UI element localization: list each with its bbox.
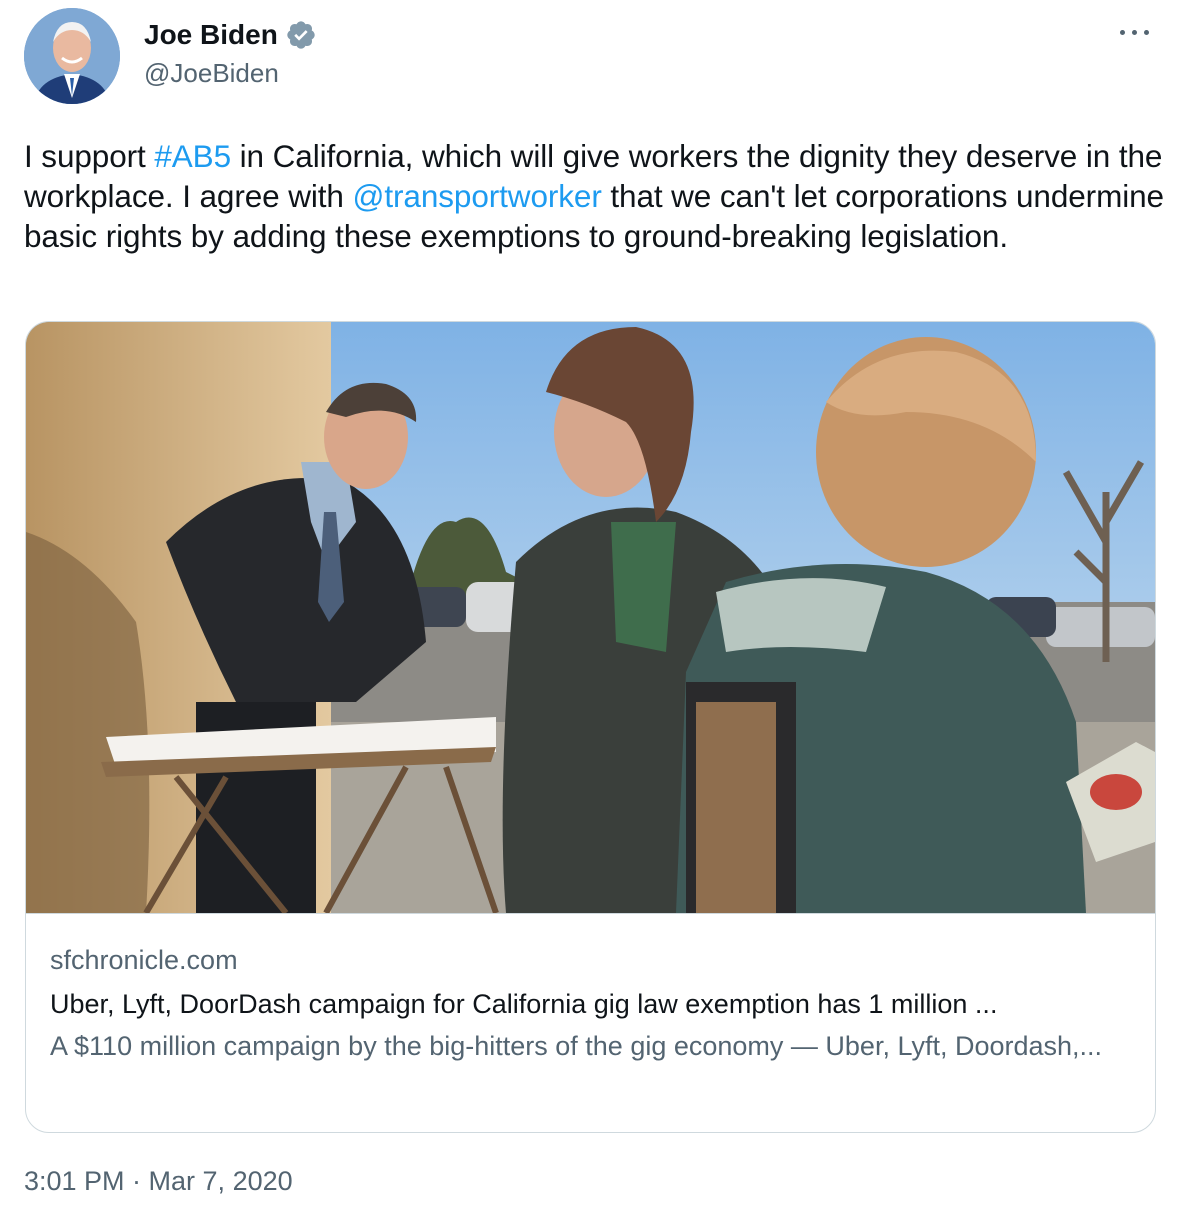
- more-horizontal-icon[interactable]: [1118, 22, 1152, 42]
- hashtag-link[interactable]: #AB5: [154, 138, 231, 174]
- tweet-text-segment: I support: [24, 138, 155, 174]
- link-card[interactable]: sfchronicle.com Uber, Lyft, DoorDash cam…: [25, 321, 1156, 1133]
- mention-link[interactable]: @transportworker: [353, 178, 602, 214]
- link-card-title: Uber, Lyft, DoorDash campaign for Califo…: [50, 989, 998, 1019]
- link-card-description: A $110 million campaign by the big-hitte…: [50, 1031, 1103, 1061]
- tweet-timestamp[interactable]: 3:01 PM · Mar 7, 2020: [24, 1166, 293, 1197]
- author-name[interactable]: Joe Biden: [144, 19, 278, 51]
- author-handle[interactable]: @JoeBiden: [144, 58, 279, 89]
- verified-badge-icon: [285, 19, 317, 51]
- avatar[interactable]: [24, 8, 120, 104]
- link-card-image[interactable]: [26, 322, 1155, 915]
- link-card-domain: sfchronicle.com: [50, 945, 238, 975]
- tweet-text: I support #AB5 in California, which will…: [24, 136, 1164, 256]
